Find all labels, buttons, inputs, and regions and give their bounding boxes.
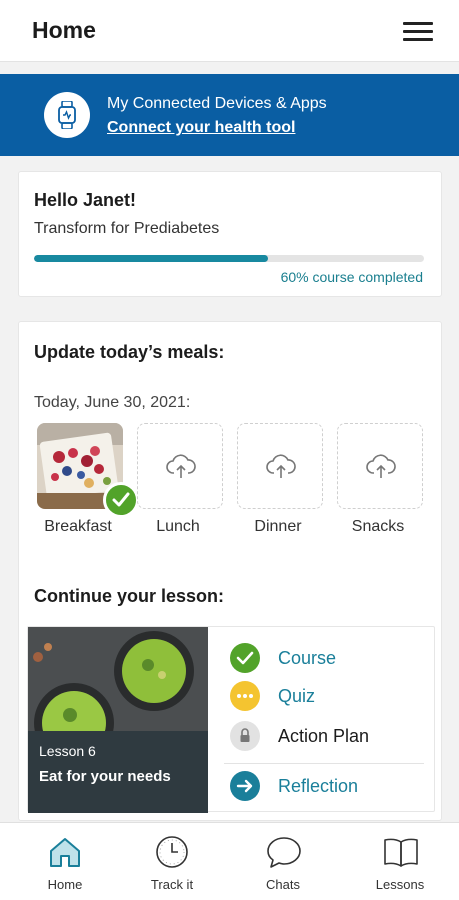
hamburger-menu-icon[interactable]: [400, 20, 436, 44]
lesson-name: Eat for your needs: [39, 768, 171, 785]
page-title: Home: [32, 17, 96, 43]
lesson-card[interactable]: Lesson 6 Eat for your needs Course Quiz …: [27, 626, 435, 813]
house-icon: [50, 838, 80, 867]
check-circle-icon: [230, 643, 260, 673]
meals-section-title: Update today’s meals:: [34, 342, 225, 362]
progress-card: Hello Janet! Transform for Prediabetes 6…: [18, 171, 442, 297]
meals-date: Today, June 30, 2021:: [34, 394, 191, 411]
cloud-upload-icon: [266, 454, 296, 478]
nav-item-home[interactable]: Home: [10, 823, 120, 900]
chat-bubble-icon: [267, 837, 301, 868]
cloud-upload-icon: [166, 454, 196, 478]
snacks-upload-button[interactable]: [337, 423, 423, 509]
nav-item-track-it[interactable]: Track it: [117, 823, 227, 900]
lunch-upload-button[interactable]: [137, 423, 223, 509]
lock-icon: [230, 721, 260, 751]
lesson-step-course[interactable]: Course: [230, 643, 430, 673]
open-book-icon: [384, 838, 418, 867]
step-label-reflection[interactable]: Reflection: [278, 776, 358, 797]
bottom-navigation: Home Track it Chats Lessons: [0, 822, 459, 900]
step-label-action-plan: Action Plan: [278, 726, 370, 746]
lesson-step-action-plan: Action Plan: [230, 721, 430, 751]
nav-label-home: Home: [47, 877, 83, 892]
lesson-number: Lesson 6: [39, 743, 96, 759]
arrow-circle-icon: [230, 771, 260, 801]
connected-devices-banner[interactable]: My Connected Devices & Apps Connect your…: [0, 74, 459, 156]
smartwatch-icon: [44, 92, 90, 138]
clock-icon: [156, 836, 188, 868]
dinner-upload-button[interactable]: [237, 423, 323, 509]
breakfast-completed-check-icon: [103, 482, 139, 518]
lesson-step-reflection[interactable]: Reflection: [230, 771, 430, 801]
nav-label-chats: Chats: [266, 877, 300, 892]
step-label-course[interactable]: Course: [278, 648, 336, 669]
app-header: Home: [0, 0, 459, 62]
meal-label-breakfast: Breakfast: [44, 518, 112, 535]
lesson-divider: [224, 763, 424, 764]
lesson-image: Lesson 6 Eat for your needs: [28, 627, 208, 813]
program-name: Transform for Prediabetes: [34, 220, 220, 237]
nav-label-lessons: Lessons: [375, 877, 425, 892]
lesson-caption: Lesson 6 Eat for your needs: [28, 731, 208, 813]
course-progress-fill: [34, 255, 268, 262]
progress-label: 60% course completed: [280, 269, 423, 285]
step-label-quiz[interactable]: Quiz: [278, 686, 315, 707]
connect-health-tool-link[interactable]: Connect your health tool: [107, 119, 295, 137]
lesson-step-quiz[interactable]: Quiz: [230, 681, 430, 711]
nav-label-track-it: Track it: [150, 877, 194, 892]
greeting-text: Hello Janet!: [34, 190, 137, 210]
nav-item-lessons[interactable]: Lessons: [345, 823, 455, 900]
meal-label-dinner: Dinner: [254, 518, 302, 535]
course-progress-bar: [34, 255, 424, 262]
daily-card: Update today’s meals: Today, June 30, 20…: [18, 321, 442, 821]
meal-label-snacks: Snacks: [351, 518, 405, 535]
dots-circle-icon: [230, 681, 260, 711]
lesson-section-title: Continue your lesson:: [34, 586, 225, 606]
banner-title: My Connected Devices & Apps: [107, 95, 327, 112]
cloud-upload-icon: [366, 454, 396, 478]
meal-label-lunch: Lunch: [156, 518, 200, 535]
nav-item-chats[interactable]: Chats: [228, 823, 338, 900]
